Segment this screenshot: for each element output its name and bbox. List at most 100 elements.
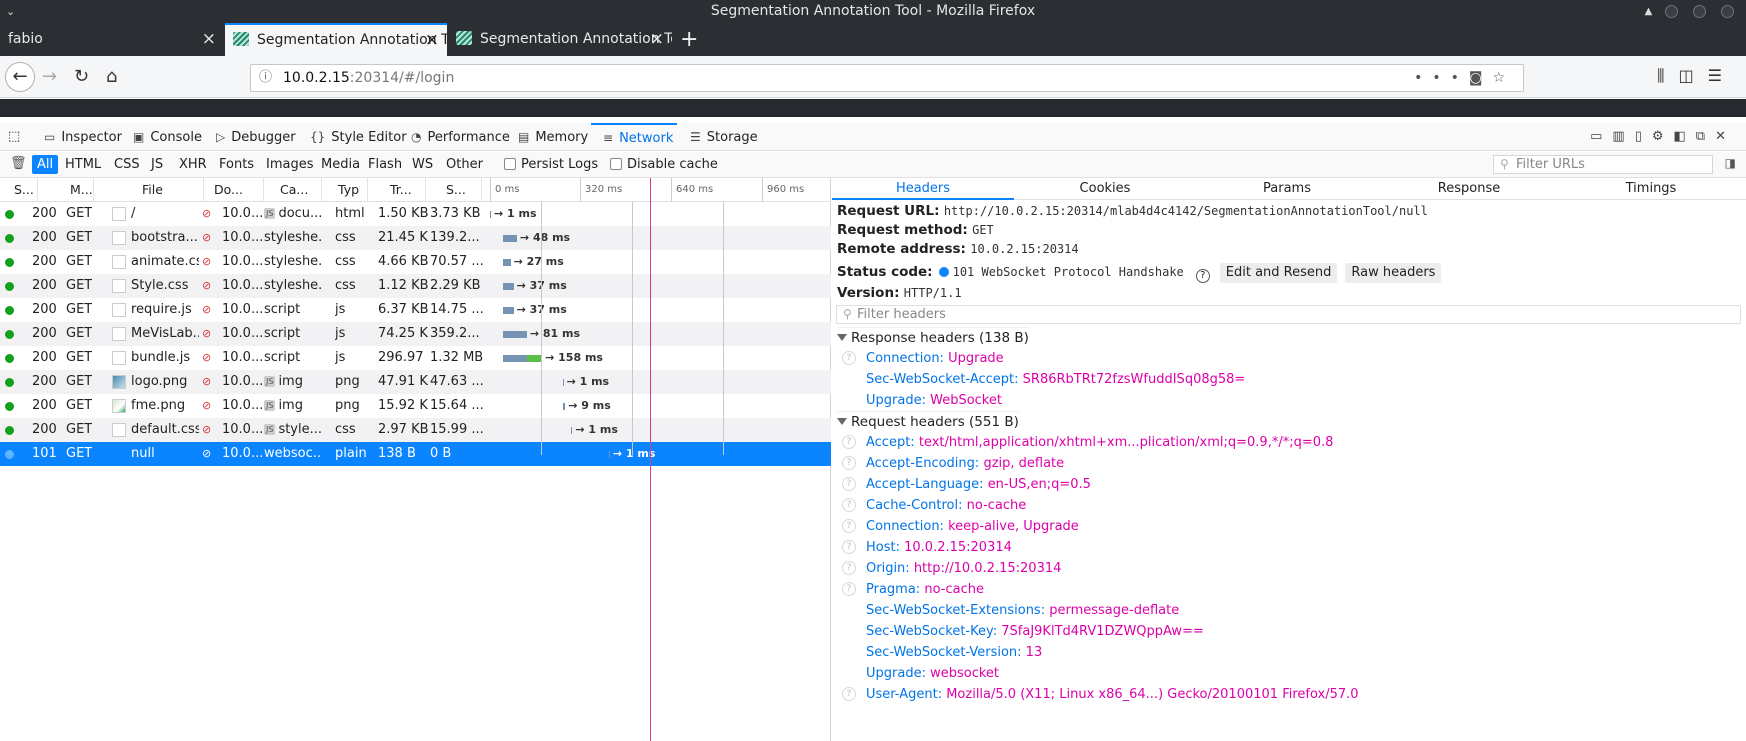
window-close-button[interactable]	[1721, 5, 1734, 18]
header-row[interactable]: Sec-WebSocket-Extensions: permessage-def…	[866, 600, 1179, 621]
window-maximize-button[interactable]	[1693, 5, 1706, 18]
header-help-icon[interactable]: ?	[842, 498, 856, 512]
page-actions-icon[interactable]: •••	[1414, 70, 1469, 86]
filter-js[interactable]: JS	[148, 155, 166, 174]
header-row[interactable]: ? User-Agent: Mozilla/5.0 (X11; Linux x86…	[842, 684, 1359, 705]
filter-images[interactable]: Images	[263, 155, 317, 174]
checkbox-box[interactable]	[610, 158, 622, 170]
table-row[interactable]: 200 GET Style.css ⊘ 10.0....styleshe... css 1.…	[0, 274, 831, 298]
filter-ws[interactable]: WS	[409, 155, 436, 174]
filter-all[interactable]: All	[32, 155, 59, 174]
header-help-icon[interactable]: ?	[842, 435, 856, 449]
column-type[interactable]: Typ	[322, 178, 368, 202]
back-button[interactable]: ←	[5, 62, 35, 92]
header-row[interactable]: ? Connection: keep-alive, Upgrade	[842, 516, 1079, 537]
filter-fonts[interactable]: Fonts	[216, 155, 257, 174]
column-transferred[interactable]: Tr...	[368, 178, 426, 202]
header-help-icon[interactable]: ?	[842, 456, 856, 470]
close-tab-icon[interactable]: ×	[202, 23, 216, 56]
undock-icon[interactable]: ⧉	[1696, 129, 1715, 144]
header-help-icon[interactable]: ?	[842, 582, 856, 596]
table-row[interactable]: 200 GET fme.png ⊘ 10.0....JSimg png 15.92 KB15…	[0, 394, 831, 418]
table-row[interactable]: 200 GET animate.css⊘ 10.0....styleshe... css…	[0, 250, 831, 274]
close-devtools-icon[interactable]: ✕	[1715, 129, 1736, 144]
header-row[interactable]: ? Origin: http://10.0.2.15:20314	[842, 558, 1061, 579]
table-row[interactable]: 200 GET bundle.js ⊘ 10.0....script js 296.97 .…	[0, 346, 831, 370]
header-row[interactable]: ? Accept: text/html,application/xhtml+xm.…	[842, 432, 1333, 453]
url-bar[interactable]: ⓘ 10.0.2.15:20314/#/login •••◙☆	[250, 64, 1524, 92]
filter-css[interactable]: CSS	[111, 155, 143, 174]
tab-console[interactable]: ▣ Console	[133, 123, 202, 151]
details-tab-cookies[interactable]: Cookies	[1014, 178, 1196, 200]
tab-network[interactable]: ≡ Network	[591, 123, 677, 151]
tab-debugger[interactable]: ▷ Debugger	[216, 123, 296, 151]
table-row[interactable]: 200 GET logo.png ⊘ 10.0....JSimg png 47.91 KB4…	[0, 370, 831, 394]
header-row[interactable]: ? Accept-Encoding: gzip, deflate	[842, 453, 1064, 474]
raw-headers-button[interactable]: Raw headers	[1345, 263, 1442, 283]
element-picker-icon[interactable]: ⬚	[8, 123, 20, 151]
details-tab-response[interactable]: Response	[1378, 178, 1560, 200]
home-button[interactable]: ⌂	[106, 66, 117, 88]
window-minimize-button[interactable]	[1665, 5, 1678, 18]
table-row[interactable]: 200 GET require.js ⊘ 10.0.... script js 6.37 KB…	[0, 298, 831, 322]
column-cause[interactable]: Ca...	[264, 178, 322, 202]
header-help-icon[interactable]: ?	[842, 519, 856, 533]
tab-fabio[interactable]: fabio ×	[0, 23, 224, 56]
tab-segmentation-1[interactable]: Segmentation Annotation To ×	[225, 23, 447, 56]
tab-performance[interactable]: ◔ Performance	[411, 123, 510, 151]
filter-flash[interactable]: Flash	[365, 155, 405, 174]
filter-html[interactable]: HTML	[62, 155, 104, 174]
checkbox-box[interactable]	[504, 158, 516, 170]
header-help-icon[interactable]: ?	[842, 561, 856, 575]
help-icon[interactable]: ?	[1195, 269, 1210, 283]
split-console-icon[interactable]: ▥	[1612, 129, 1634, 144]
tab-memory[interactable]: ▤ Memory	[518, 123, 588, 151]
column-status[interactable]: S...	[0, 178, 38, 202]
filter-other[interactable]: Other	[443, 155, 486, 174]
edit-and-resend-button[interactable]: Edit and Resend	[1219, 263, 1338, 283]
request-headers-section[interactable]: Request headers (551 B)	[837, 411, 1019, 431]
disable-cache-checkbox[interactable]: Disable cache	[610, 156, 718, 174]
site-info-icon[interactable]: ⓘ	[259, 65, 272, 91]
close-tab-icon[interactable]: ×	[425, 25, 439, 56]
filter-xhr[interactable]: XHR	[176, 155, 210, 174]
new-tab-button[interactable]: +	[680, 23, 698, 56]
filter-media[interactable]: Media	[318, 155, 363, 174]
window-menu-chevron-icon[interactable]: ⌄	[6, 0, 15, 23]
persist-logs-checkbox[interactable]: Persist Logs	[504, 156, 598, 174]
table-row[interactable]: 101 GET null ⊘ 10.0.... websoc... plain 138 B 0 …	[0, 442, 831, 466]
tab-inspector[interactable]: ▭ Inspector	[44, 123, 122, 151]
response-headers-section[interactable]: Response headers (138 B)	[837, 327, 1029, 347]
header-help-icon[interactable]: ?	[842, 351, 856, 365]
header-row[interactable]: Sec-WebSocket-Key: 7SfaJ9KlTd4RV1DZWQppA…	[866, 621, 1204, 642]
frame-picker-icon[interactable]: ▭	[1590, 129, 1612, 144]
header-row[interactable]: Sec-WebSocket-Version: 13	[866, 642, 1042, 663]
header-row[interactable]: ? Host: 10.0.2.15:20314	[842, 537, 1012, 558]
details-tab-headers[interactable]: Headers	[832, 178, 1014, 200]
details-tab-params[interactable]: Params	[1196, 178, 1378, 200]
header-help-icon[interactable]: ?	[842, 477, 856, 491]
column-size[interactable]: S...	[426, 178, 482, 202]
header-row[interactable]: ? Pragma: no-cache	[842, 579, 984, 600]
details-tab-timings[interactable]: Timings	[1560, 178, 1742, 200]
hamburger-menu-icon[interactable]: ☰	[1708, 66, 1736, 85]
table-row[interactable]: 200 GET MeVisLab... ⊘ 10.0.... script js 74.25 …	[0, 322, 831, 346]
filter-urls-input[interactable]: Filter URLs	[1493, 155, 1713, 174]
tab-style-editor[interactable]: {} Style Editor	[310, 123, 407, 151]
column-method[interactable]: M...	[38, 178, 94, 202]
header-help-icon[interactable]: ?	[842, 687, 856, 701]
table-row[interactable]: 200 GET / ⊘ 10.0.... JS docu... html 1.50 KB 3.73…	[0, 202, 831, 226]
header-row[interactable]: ? Connection: Upgrade	[842, 348, 1004, 369]
tab-storage[interactable]: ☰ Storage	[690, 123, 758, 151]
header-row[interactable]: ? Cache-Control: no-cache	[842, 495, 1026, 516]
pocket-icon[interactable]: ◙	[1469, 70, 1493, 86]
toggle-details-panel-icon[interactable]: ◨	[1725, 156, 1736, 170]
settings-gear-icon[interactable]: ⚙	[1652, 129, 1674, 144]
forward-button[interactable]: →	[42, 66, 57, 88]
header-row[interactable]: ? Accept-Language: en-US,en;q=0.5	[842, 474, 1091, 495]
clear-trash-icon[interactable]: 🗑	[10, 156, 27, 171]
column-domain[interactable]: Do...	[204, 178, 264, 202]
sidebar-icon[interactable]: ◫	[1679, 66, 1708, 85]
header-row[interactable]: Sec-WebSocket-Accept: SR86RbTRt72fzsWfud…	[866, 369, 1245, 390]
bookmark-star-icon[interactable]: ☆	[1492, 70, 1515, 86]
